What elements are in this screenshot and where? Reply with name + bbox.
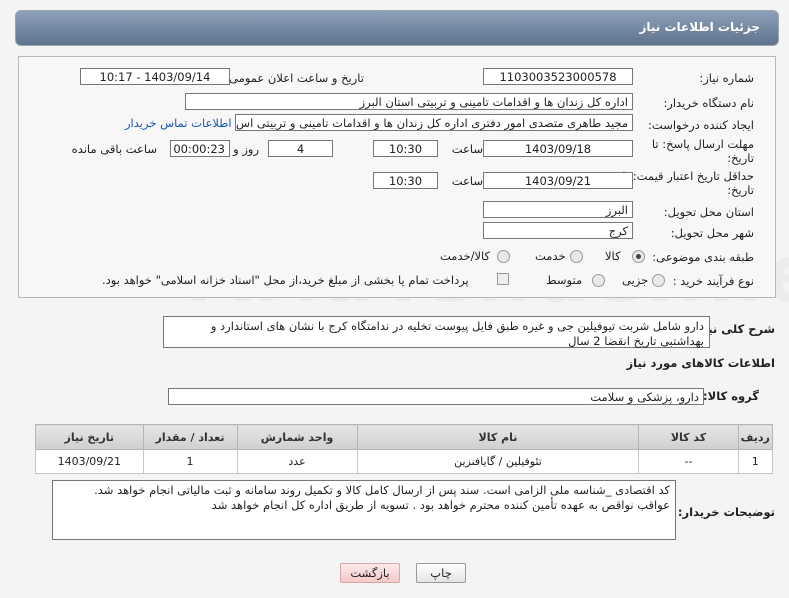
cell-quantity: 1 <box>142 449 238 474</box>
back-button[interactable]: بازگشت <box>340 563 400 583</box>
deadline-time-field[interactable]: 10:30 <box>373 140 438 157</box>
treasury-payment-note: پرداخت تمام یا بخشی از مبلغ خرید،از محل … <box>102 273 469 287</box>
deadline-label: مهلت ارسال پاسخ: تا <box>651 137 754 151</box>
table-row[interactable]: 1 -- تئوفیلین / گایافنزین عدد 1 1403/09/… <box>35 449 774 474</box>
column-quantity: تعداد / مقدار <box>142 424 238 450</box>
province-label: استان محل تحویل: <box>663 205 754 219</box>
province-field[interactable]: البرز <box>483 201 633 218</box>
cell-goods-name: تئوفیلین / گایافنزین <box>356 449 640 474</box>
category-radio-service[interactable] <box>570 250 583 263</box>
remaining-time-field[interactable]: 00:00:23 <box>170 140 230 157</box>
city-field[interactable]: کرج <box>483 222 633 239</box>
creator-label: ایجاد کننده درخواست: <box>648 118 754 132</box>
category-option-service: خدمت <box>535 249 566 263</box>
cell-unit: عدد <box>236 449 358 474</box>
goods-table: ردیف کد کالا نام کالا واحد شمارش تعداد /… <box>35 424 774 474</box>
column-unit: واحد شمارش <box>236 424 358 450</box>
need-number-label: شماره نیاز: <box>699 71 754 85</box>
creator-field[interactable]: مجید طاهری متصدی امور دفتری اداره کل زند… <box>235 114 633 131</box>
announce-field[interactable]: 1403/09/14 - 10:17 <box>80 68 230 85</box>
days-field[interactable]: 4 <box>268 140 333 157</box>
category-option-both: کالا/خدمت <box>440 249 491 263</box>
need-number-field[interactable]: 1103003523000578 <box>483 68 633 85</box>
announce-label: تاریخ و ساعت اعلان عمومی: <box>225 71 364 85</box>
days-label: روز و <box>233 142 259 156</box>
buyer-org-field[interactable]: اداره کل زندان ها و اقدامات تامینی و ترب… <box>185 93 633 110</box>
validity-label: حداقل تاریخ اعتبار قیمت: تا <box>622 169 754 183</box>
column-goods-name: نام کالا <box>356 424 640 450</box>
remaining-label: ساعت باقی مانده <box>71 142 157 156</box>
goods-group-field[interactable]: دارو، پزشکی و سلامت <box>168 388 704 405</box>
deadline-date-field[interactable]: 1403/09/18 <box>483 140 633 157</box>
cell-row-number: 1 <box>737 449 774 474</box>
buyer-org-label: نام دستگاه خریدار: <box>663 96 754 110</box>
process-option-minor: جزیی <box>622 273 649 287</box>
deadline-date-label: تاریخ: <box>727 151 754 165</box>
contact-info-link[interactable]: اطلاعات تماس خریدار <box>125 116 232 130</box>
description-field[interactable]: دارو شامل شربت تیوفیلین جی و غیره طبق فا… <box>163 316 710 348</box>
page-title: جزئیات اطلاعات نیاز <box>639 20 760 34</box>
city-label: شهر محل تحویل: <box>670 226 754 240</box>
process-radio-medium[interactable] <box>592 274 605 287</box>
process-radio-minor[interactable] <box>652 274 665 287</box>
category-option-goods: کالا <box>605 249 621 263</box>
process-label: نوع فرآیند خرید : <box>672 274 754 288</box>
goods-group-label: گروه کالا: <box>703 389 759 403</box>
validity-date-field[interactable]: 1403/09/21 <box>483 172 633 189</box>
column-need-date: تاریخ نیاز <box>35 424 144 450</box>
category-label: طبقه بندی موضوعی: <box>652 250 754 264</box>
header-bar: جزئیات اطلاعات نیاز <box>15 10 779 46</box>
category-radio-goods[interactable] <box>632 250 645 263</box>
cell-need-date: 1403/09/21 <box>35 449 144 474</box>
validity-time-field[interactable]: 10:30 <box>373 172 438 189</box>
category-radio-both[interactable] <box>497 250 510 263</box>
goods-section-title: اطلاعات کالاهای مورد نیاز <box>626 356 775 370</box>
deadline-time-label: ساعت <box>451 142 483 156</box>
treasury-payment-checkbox[interactable] <box>497 273 509 285</box>
column-goods-code: کد کالا <box>638 424 739 450</box>
process-option-medium: متوسط <box>546 273 583 287</box>
print-button[interactable]: چاپ <box>416 563 466 583</box>
validity-date-label: تاریخ: <box>727 183 754 197</box>
buyer-notes-field[interactable]: کد اقتصادی _شناسه ملی الزامی است. سند پس… <box>52 480 676 540</box>
buyer-notes-label: توضیحات خریدار: <box>677 505 775 519</box>
column-row-number: ردیف <box>737 424 774 450</box>
cell-goods-code: -- <box>638 449 739 474</box>
validity-time-label: ساعت <box>451 174 483 188</box>
table-header-row: ردیف کد کالا نام کالا واحد شمارش تعداد /… <box>35 424 774 450</box>
